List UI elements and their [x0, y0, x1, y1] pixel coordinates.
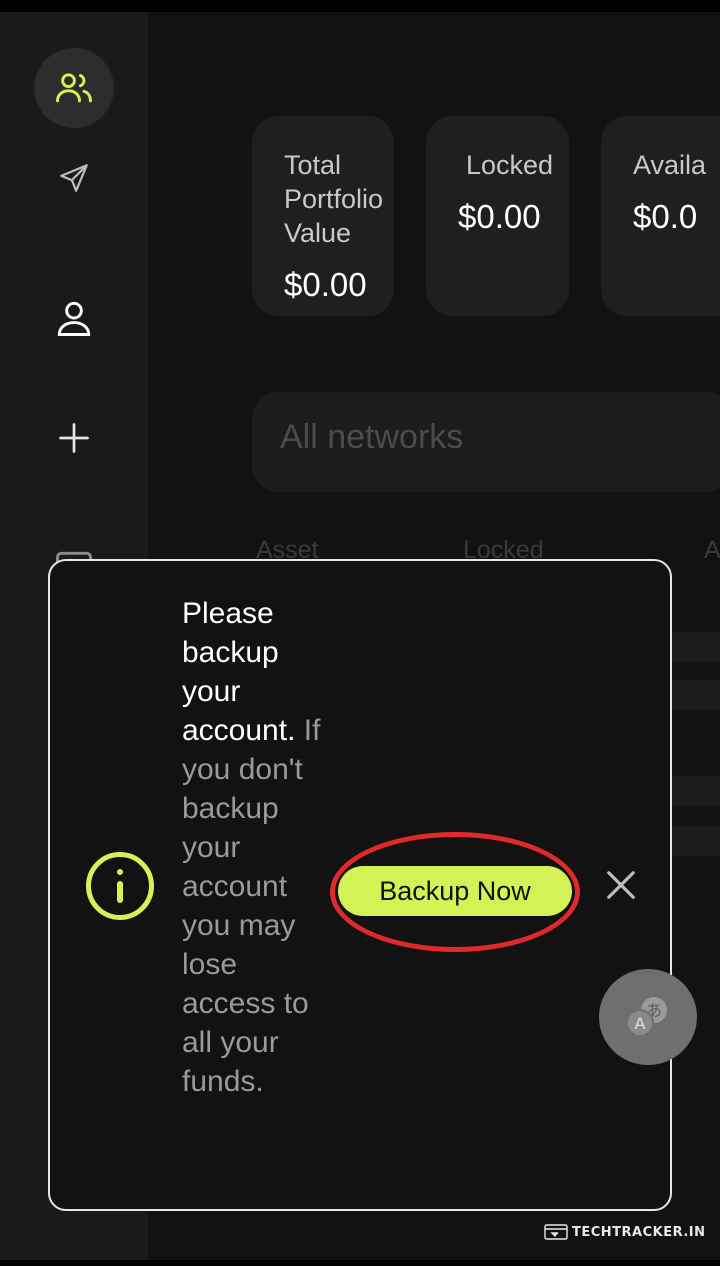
status-bar [0, 0, 720, 12]
sidebar-item-profile[interactable] [34, 278, 114, 358]
close-icon [607, 871, 635, 899]
browser-window-icon [544, 1224, 568, 1240]
backup-now-button[interactable]: Backup Now [338, 866, 572, 916]
card-label: Locked [466, 150, 554, 180]
translate-button[interactable]: あ A [599, 969, 697, 1065]
card-value: $0.00 [284, 266, 367, 303]
card-label: Total Portfolio Value [284, 150, 384, 248]
network-filter-placeholder: All networks [280, 418, 464, 456]
backup-message-title: Please backup your account. [182, 597, 304, 747]
svg-text:A: A [635, 1014, 646, 1033]
watermark-text: TECHTRACKER.IN [572, 1224, 706, 1240]
bottom-bar [0, 1260, 720, 1266]
card-value: $0.0 [633, 198, 698, 235]
backup-message-body: If you don't backup your account you may… [182, 714, 321, 1098]
column-header-available: A [704, 536, 720, 564]
sidebar-item-accounts[interactable] [34, 48, 114, 128]
user-icon [57, 301, 91, 336]
close-modal-button[interactable] [600, 864, 642, 906]
plus-icon [59, 423, 89, 453]
sidebar-item-add[interactable] [34, 398, 114, 478]
locked-card: Locked $0.00 [426, 116, 569, 316]
watermark: TECHTRACKER.IN [544, 1222, 706, 1242]
available-card: Availa $0.0 [601, 116, 720, 316]
card-label: Availa [633, 150, 707, 180]
total-portfolio-card: Total Portfolio Value $0.00 [252, 116, 394, 316]
network-filter-select[interactable]: All networks [252, 392, 720, 492]
send-icon [60, 164, 88, 192]
users-icon [56, 73, 92, 103]
backup-message: Please backup your account. If you don't… [182, 594, 322, 1101]
translate-icon: あ A [626, 997, 667, 1037]
card-value: $0.00 [458, 198, 541, 235]
sidebar-item-send[interactable] [34, 138, 114, 218]
app-screen: Total Portfolio Value $0.00 Locked $0.00… [0, 0, 720, 1266]
info-icon [86, 852, 154, 920]
